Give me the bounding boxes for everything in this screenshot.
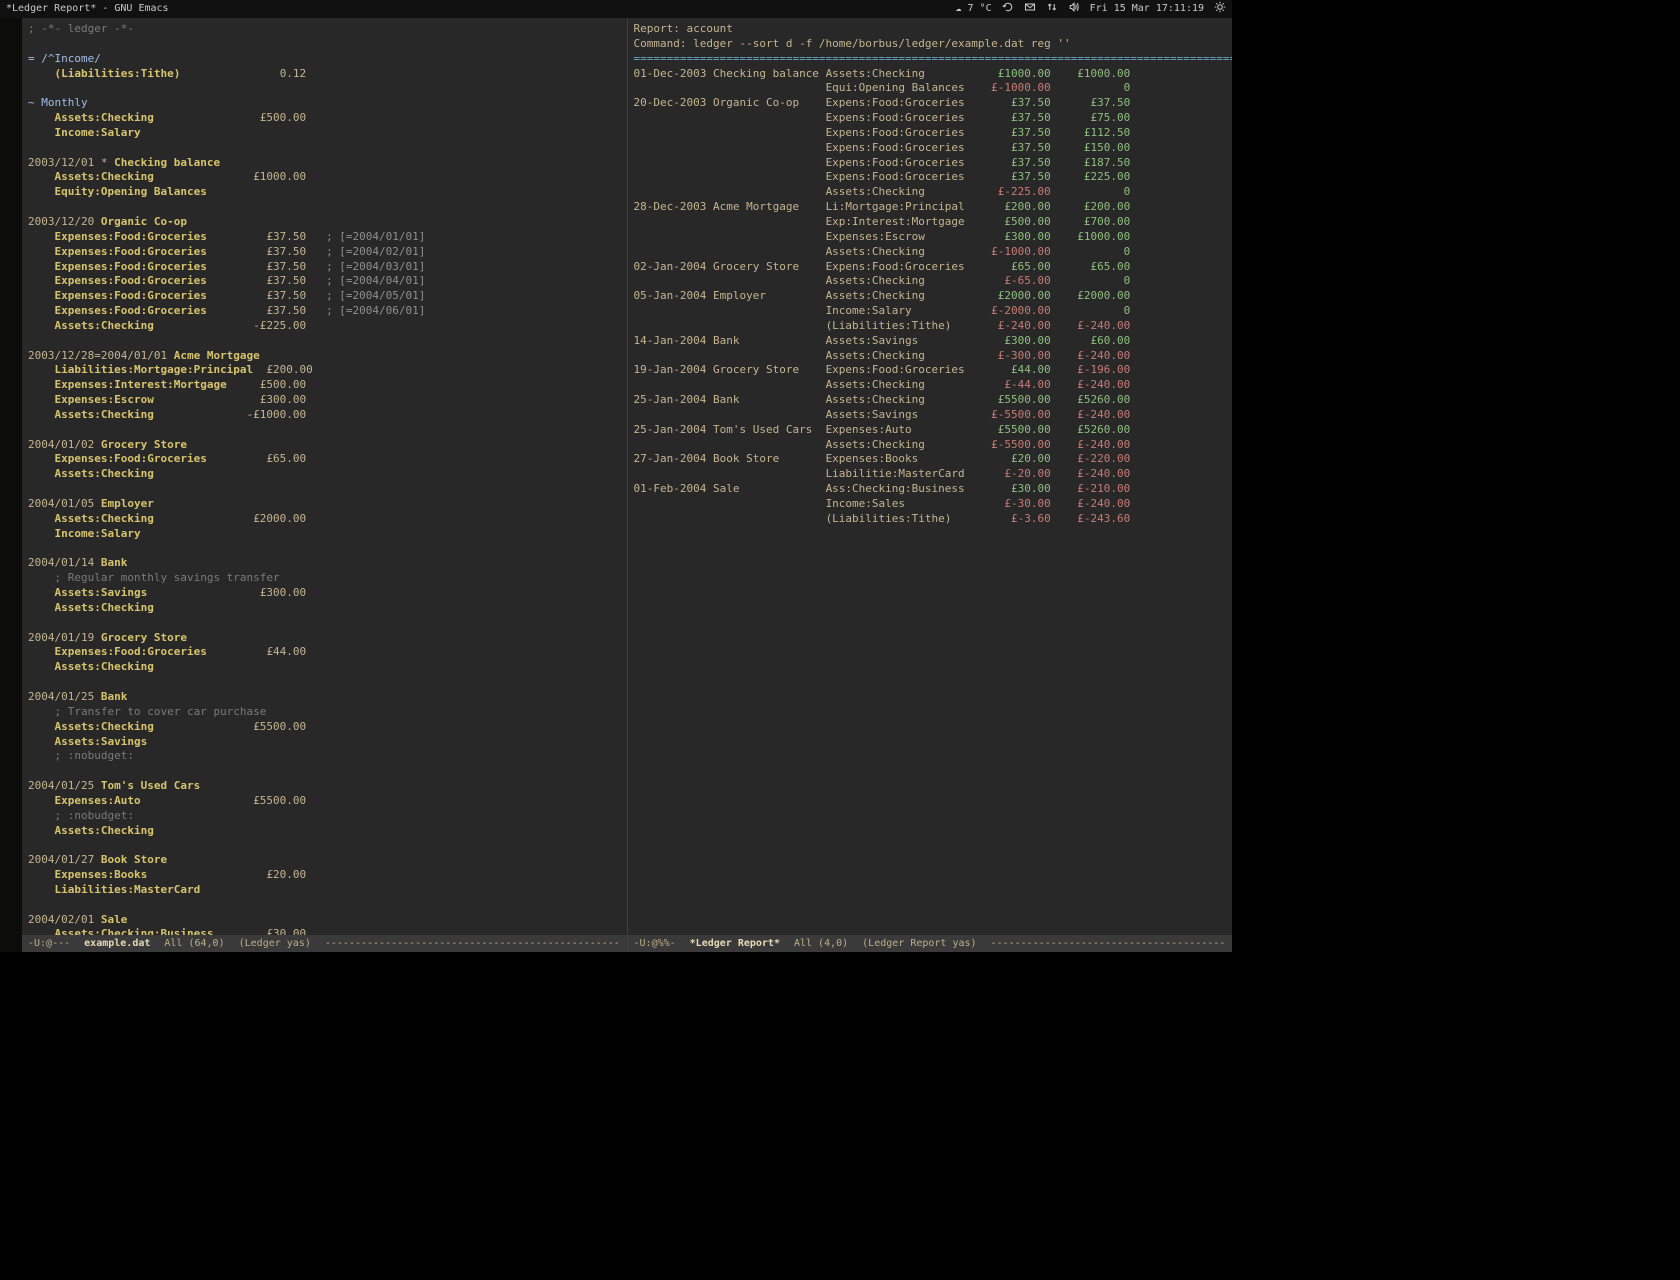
top-panel: *Ledger Report* - GNU Emacs ☁ 7 °C Fri 1…: [0, 0, 1232, 18]
ml-status-r: -U:@%%-: [634, 937, 676, 951]
weather-indicator: ☁ 7 °C: [955, 2, 991, 16]
ml-buffer-r: *Ledger Report*: [690, 937, 780, 951]
left-modeline: -U:@--- example.dat All (64,0) (Ledger y…: [22, 935, 627, 952]
ml-dashes-r: ----------------------------------------…: [991, 937, 1226, 951]
report-pane[interactable]: Report: account Command: ledger --sort d…: [628, 18, 1233, 952]
refresh-icon[interactable]: [1002, 1, 1014, 18]
network-icon[interactable]: [1046, 1, 1058, 18]
ml-buffer: example.dat: [84, 937, 150, 951]
ml-pos: All (64,0): [164, 937, 224, 951]
ml-status: -U:@---: [28, 937, 70, 951]
ml-dashes: ----------------------------------------…: [325, 937, 621, 951]
ledger-source[interactable]: ; -*- ledger -*- = /^Income/ (Liabilitie…: [28, 22, 621, 952]
window-title: *Ledger Report* - GNU Emacs: [6, 2, 169, 16]
right-modeline: -U:@%%- *Ledger Report* All (4,0) (Ledge…: [628, 935, 1233, 952]
editor-pane[interactable]: ; -*- ledger -*- = /^Income/ (Liabilitie…: [22, 18, 628, 952]
volume-icon[interactable]: [1068, 1, 1080, 18]
settings-icon[interactable]: [1214, 1, 1226, 18]
ml-mode-r: (Ledger Report yas): [862, 937, 976, 951]
clock: Fri 15 Mar 17:11:19: [1090, 2, 1204, 16]
ml-mode: (Ledger yas): [239, 937, 311, 951]
ml-pos-r: All (4,0): [794, 937, 848, 951]
mail-icon[interactable]: [1024, 1, 1036, 18]
ledger-report[interactable]: Report: account Command: ledger --sort d…: [634, 22, 1227, 527]
